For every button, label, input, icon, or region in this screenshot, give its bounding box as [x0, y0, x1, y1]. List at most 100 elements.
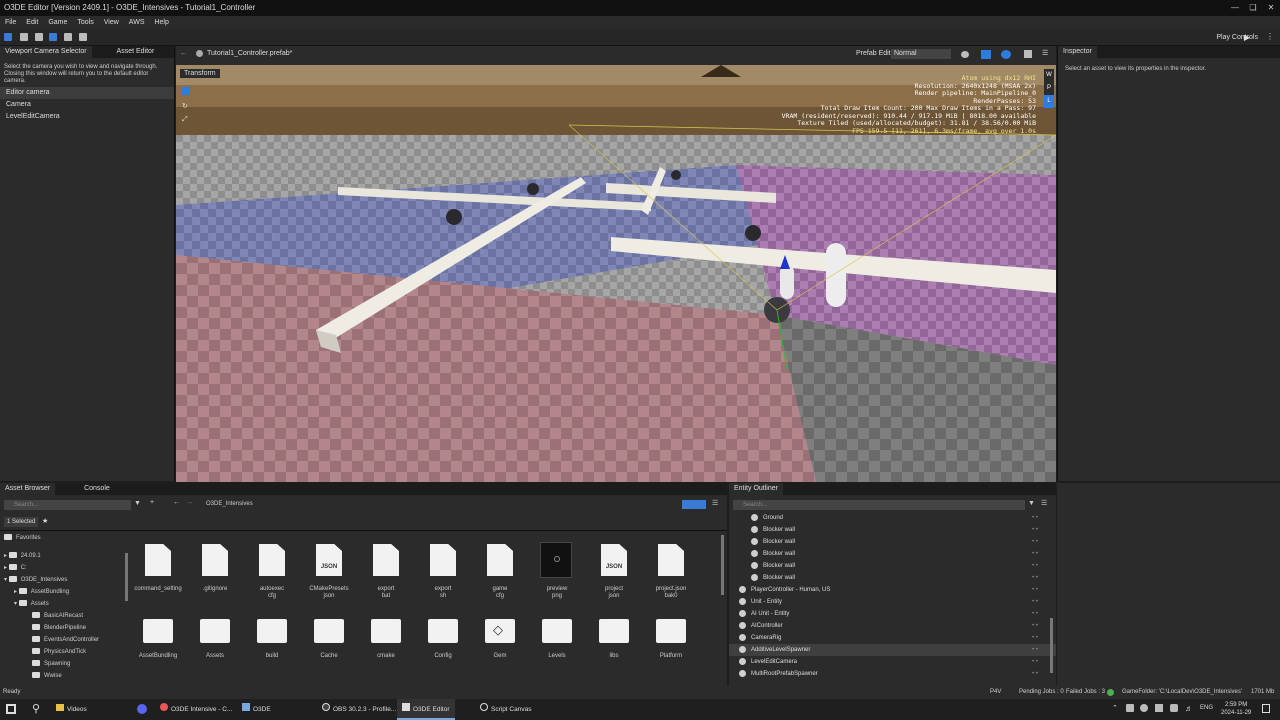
entity-visibility-icon[interactable]: • •	[1032, 620, 1038, 632]
entity-visibility-icon[interactable]: • •	[1032, 512, 1038, 524]
star-icon[interactable]: ★	[42, 517, 48, 525]
menu-tools[interactable]: Tools	[72, 16, 98, 29]
entity-visibility-icon[interactable]: • •	[1032, 656, 1038, 668]
filter-icon[interactable]: ▼	[134, 500, 141, 507]
p4v-status[interactable]: P4V	[990, 686, 1001, 699]
move-tool-icon[interactable]	[182, 87, 190, 95]
entity-row[interactable]: Blocker wall • •	[729, 524, 1056, 536]
taskbar-app-script-canvas[interactable]: Script Canvas	[480, 699, 531, 720]
entity-row[interactable]: Blocker wall • •	[729, 536, 1056, 548]
local-space-button[interactable]: L	[1044, 95, 1054, 108]
maximize-button[interactable]: ❑	[1244, 0, 1262, 16]
camera-options-icon[interactable]	[961, 51, 969, 58]
tree-scrollbar[interactable]	[125, 553, 128, 601]
save-icon[interactable]	[35, 33, 43, 41]
menu-view[interactable]: View	[99, 16, 124, 29]
tree-item[interactable]: ▸ AssetBundling	[4, 586, 126, 598]
entity-row[interactable]: AI Unit - Entity • •	[729, 608, 1056, 620]
entity-visibility-icon[interactable]: • •	[1032, 536, 1038, 548]
view-toggle-icon[interactable]	[682, 500, 706, 509]
taskbar-app-o3de[interactable]: O3DE	[242, 699, 271, 720]
minimize-button[interactable]: —	[1226, 0, 1244, 16]
pending-jobs[interactable]: Pending Jobs : 0	[1019, 686, 1064, 699]
tree-item[interactable]: PhysicsAndTick	[4, 646, 126, 658]
breadcrumb[interactable]: O3DE_Intensives	[206, 501, 253, 507]
more-icon[interactable]: ⋮	[1266, 32, 1274, 41]
entity-visibility-icon[interactable]: • •	[1032, 584, 1038, 596]
rotate-tool-icon[interactable]: ↻	[182, 102, 188, 110]
camera-item-leveleditcamera[interactable]: LevelEditCamera	[0, 111, 174, 123]
entity-row[interactable]: AIController • •	[729, 620, 1056, 632]
menu-aws[interactable]: AWS	[124, 16, 150, 29]
tab-asset-editor[interactable]: Asset Editor	[112, 46, 160, 58]
camera-item-camera[interactable]: Camera	[0, 99, 174, 111]
tab-console[interactable]: Console	[79, 483, 115, 495]
tray-chevron-icon[interactable]: ⌃	[1112, 704, 1118, 712]
taskbar-app-browser[interactable]: O3DE Intensive - C...	[160, 699, 232, 720]
tray-app-icon[interactable]	[1170, 704, 1178, 712]
failed-jobs[interactable]: Failed Jobs : 3	[1066, 686, 1105, 699]
entity-row[interactable]: Unit - Entity • •	[729, 596, 1056, 608]
back-arrow-icon[interactable]: ←	[180, 50, 187, 57]
entity-row[interactable]: AdditiveLevelSpawner • •	[729, 644, 1056, 656]
visibility-icon[interactable]	[981, 50, 991, 59]
entity-row[interactable]: Blocker wall • •	[729, 560, 1056, 572]
entity-row[interactable]: Blocker wall • •	[729, 548, 1056, 560]
tab-entity-outliner[interactable]: Entity Outliner	[729, 483, 783, 495]
entity-visibility-icon[interactable]: • •	[1032, 548, 1038, 560]
play-icon[interactable]: ▶	[1244, 33, 1250, 42]
tree-item[interactable]: BlenderPipeline	[4, 622, 126, 634]
taskbar-app-obs[interactable]: OBS 30.2.3 - Profile...	[322, 699, 396, 720]
tree-item[interactable]: BasicAIRecast	[4, 610, 126, 622]
asset-menu-icon[interactable]: ☰	[712, 499, 718, 507]
entity-visibility-icon[interactable]: • •	[1032, 524, 1038, 536]
snap-icon[interactable]	[20, 33, 28, 41]
entity-visibility-icon[interactable]: • •	[1032, 572, 1038, 584]
tray-app-icon[interactable]	[1140, 704, 1148, 712]
prefab-edit-dropdown[interactable]: Normal	[891, 49, 951, 59]
grid-scrollbar[interactable]	[721, 535, 724, 595]
entity-search-input[interactable]: Search...	[733, 500, 1025, 510]
nav-forward-icon[interactable]: →	[186, 499, 193, 506]
entity-row[interactable]: Ground • •	[729, 512, 1056, 524]
asset-search-input[interactable]: Search...	[4, 500, 131, 510]
add-icon[interactable]: +	[150, 499, 154, 506]
menu-help[interactable]: Help	[149, 16, 173, 29]
tree-item[interactable]: Wwise	[4, 670, 126, 682]
tray-app-icon[interactable]	[1126, 704, 1134, 712]
tab-inspector[interactable]: Inspector	[1058, 46, 1097, 58]
discord-icon[interactable]	[137, 704, 147, 714]
camera-item-editor[interactable]: Editor camera	[0, 87, 174, 99]
taskbar-app-o3de-editor[interactable]: O3DE Editor	[397, 699, 455, 720]
entity-row[interactable]: LevelEditCamera • •	[729, 656, 1056, 668]
tree-favorites[interactable]: Favorites	[4, 532, 126, 544]
close-button[interactable]: ✕	[1262, 0, 1280, 16]
taskbar-app-videos[interactable]: Videos	[56, 699, 87, 720]
language-indicator[interactable]: ENG	[1200, 705, 1213, 711]
world-space-button[interactable]: W	[1044, 69, 1054, 82]
notification-icon[interactable]	[1262, 704, 1270, 713]
tree-item[interactable]: Spawning	[4, 658, 126, 670]
entity-visibility-icon[interactable]: • •	[1032, 668, 1038, 680]
debug-icon[interactable]	[1001, 50, 1011, 59]
tree-item[interactable]: ▾ O3DE_Intensives	[4, 574, 126, 586]
parent-space-button[interactable]: P	[1044, 82, 1054, 95]
settings-icon[interactable]	[64, 33, 72, 41]
entity-visibility-icon[interactable]: • •	[1032, 608, 1038, 620]
menu-game[interactable]: Game	[43, 16, 72, 29]
tree-item[interactable]: ▾ Assets	[4, 598, 126, 610]
edit-icon[interactable]	[79, 33, 87, 41]
tray-app-icon[interactable]	[1155, 704, 1163, 712]
display-icon[interactable]	[1024, 50, 1032, 58]
start-icon[interactable]	[6, 704, 16, 714]
entity-row[interactable]: PlayerController - Human, US • •	[729, 584, 1056, 596]
entity-row[interactable]: Blocker wall • •	[729, 572, 1056, 584]
entity-visibility-icon[interactable]: • •	[1032, 596, 1038, 608]
nav-back-icon[interactable]: ←	[173, 499, 180, 506]
tab-asset-browser[interactable]: Asset Browser	[0, 483, 56, 495]
menu-file[interactable]: File	[0, 16, 21, 29]
tree-item[interactable]: EventsAndController	[4, 634, 126, 646]
tree-item[interactable]: ▸ C:	[4, 562, 126, 574]
entity-menu-icon[interactable]: ☰	[1041, 499, 1047, 507]
tree-item[interactable]: ▸ 24.09.1	[4, 550, 126, 562]
